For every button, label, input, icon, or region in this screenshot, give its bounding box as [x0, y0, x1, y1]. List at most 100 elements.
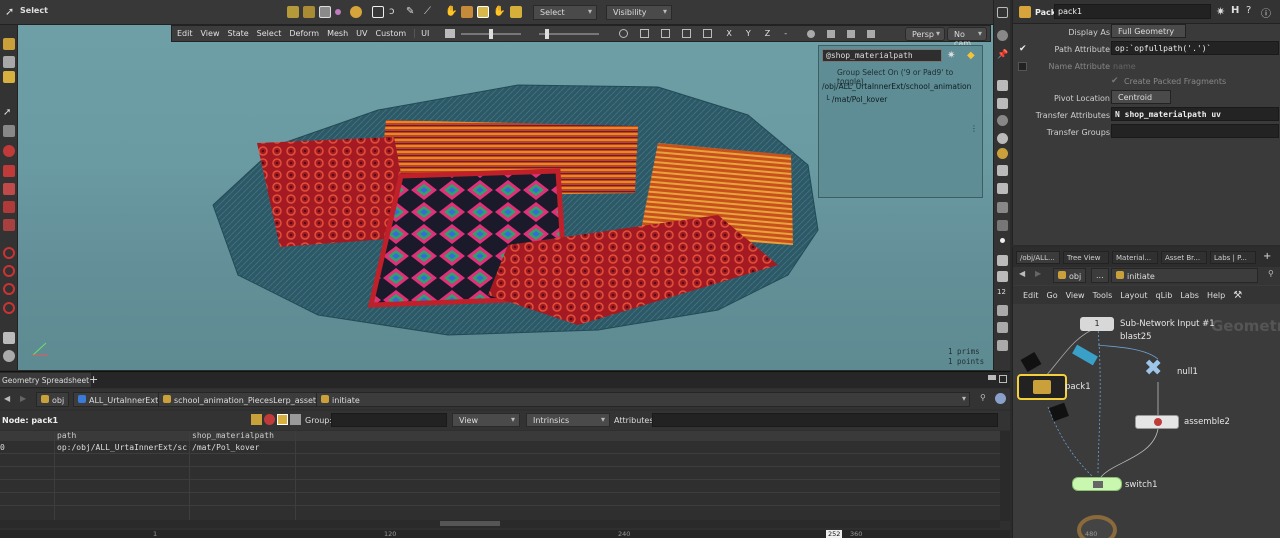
menu-state[interactable]: State — [227, 29, 248, 38]
edge-icon[interactable] — [3, 183, 15, 195]
template-icon[interactable] — [997, 220, 1008, 231]
frame-all-icon[interactable] — [661, 29, 671, 38]
crown-icon[interactable] — [510, 6, 522, 18]
settings-icon[interactable] — [997, 30, 1008, 41]
camera-dropdown[interactable]: No cam — [947, 27, 987, 48]
display-icon[interactable] — [3, 332, 15, 344]
minimize-icon[interactable] — [988, 375, 996, 380]
primitive-icon[interactable] — [3, 165, 15, 177]
snap-point-icon[interactable] — [3, 302, 15, 314]
crumb-all[interactable]: ALL_UrtaInnerExt — [73, 392, 164, 407]
menu-select[interactable]: Select — [257, 29, 282, 38]
menu-view[interactable]: View — [201, 29, 220, 38]
menu-ui[interactable]: UI — [414, 29, 429, 38]
network-editor[interactable]: /obj/ALL... Tree View Material... Asset … — [1012, 247, 1280, 538]
secure-select-icon[interactable] — [477, 6, 489, 18]
light-bulb-icon[interactable] — [997, 148, 1008, 159]
transfer-groups-field[interactable] — [1111, 124, 1279, 138]
add-tab-icon[interactable]: + — [89, 373, 98, 386]
box-select-icon[interactable] — [372, 6, 384, 18]
pin-icon[interactable]: ⚲ — [980, 393, 986, 402]
shading-icon[interactable] — [847, 29, 856, 38]
handle-tool-icon[interactable] — [287, 6, 299, 18]
path-attr-checkbox[interactable]: ✔ — [1019, 44, 1027, 54]
vertex-icon[interactable] — [3, 201, 15, 213]
help-icon[interactable]: ? — [1246, 5, 1251, 16]
point-icon[interactable] — [3, 145, 15, 157]
menu-uv[interactable]: UV — [356, 29, 367, 38]
shape-icon[interactable] — [997, 202, 1008, 213]
attribute-field[interactable]: @shop_materialpath — [822, 49, 942, 62]
name-attr-checkbox[interactable] — [1018, 62, 1027, 71]
vis-icon[interactable] — [997, 98, 1008, 109]
crumb-initiate[interactable]: initiate — [316, 392, 970, 407]
select-groups-icon[interactable]: ✋ — [445, 6, 457, 18]
null-node[interactable]: ✖ — [1144, 358, 1172, 381]
column-shop-materialpath[interactable]: shop_materialpath — [192, 431, 274, 440]
group-field[interactable] — [331, 413, 447, 427]
help-h-icon[interactable]: H — [1231, 5, 1239, 16]
laser-select-icon[interactable]: ⟋ — [424, 6, 436, 18]
record-icon[interactable] — [807, 29, 816, 38]
maximize-icon[interactable] — [997, 7, 1008, 18]
crumb-dropdown-icon[interactable]: ▾ — [962, 394, 966, 403]
assemble-node[interactable] — [1135, 415, 1179, 429]
lock-icon[interactable] — [3, 125, 15, 137]
axis-z-button[interactable]: Z — [765, 29, 770, 38]
snap-grid-icon[interactable] — [3, 265, 15, 277]
pose-tool-icon[interactable] — [319, 6, 331, 18]
breakpoint-icon[interactable] — [3, 219, 15, 231]
dot-icon[interactable] — [997, 80, 1008, 91]
home-icon[interactable] — [682, 29, 692, 38]
lasso-select-icon[interactable]: ↄ — [389, 6, 401, 18]
shelf-tool-icon[interactable] — [3, 38, 15, 50]
gamma-slider[interactable] — [539, 28, 600, 39]
point-numbers-icon[interactable] — [997, 340, 1008, 351]
node-name-field[interactable]: pack1 — [1054, 4, 1211, 19]
minus-icon[interactable]: - — [784, 29, 787, 38]
menu-mesh[interactable]: Mesh — [327, 29, 348, 38]
ghost-icon[interactable] — [997, 115, 1008, 126]
point-select-icon[interactable] — [335, 9, 341, 15]
attributes-field[interactable] — [652, 413, 998, 427]
tree-child[interactable]: └ /mat/Pol_kover — [825, 95, 887, 104]
rotate-tool-icon[interactable] — [350, 6, 362, 18]
prims-icon[interactable] — [277, 414, 288, 425]
snap-prim-icon[interactable] — [3, 283, 15, 295]
menu-deform[interactable]: Deform — [289, 29, 319, 38]
camera-view-icon[interactable] — [997, 165, 1008, 176]
switch-node[interactable] — [1072, 477, 1122, 491]
circle-icon[interactable] — [619, 29, 629, 38]
intrinsics-dropdown[interactable]: Intrinsics — [526, 413, 610, 427]
vertical-scrollbar[interactable] — [1000, 431, 1010, 521]
menu-edit[interactable]: Edit — [177, 29, 193, 38]
name-attr-field[interactable]: name — [1113, 62, 1136, 71]
lighting-icon[interactable] — [827, 29, 836, 38]
view-dropdown[interactable]: View — [452, 413, 520, 427]
geometry-icon[interactable] — [997, 183, 1008, 194]
table-row[interactable]: 0 op:/obj/ALL_UrtaInnerExt/sc /mat/Pol_k… — [0, 442, 1000, 453]
normals-icon[interactable] — [997, 255, 1008, 266]
timeline[interactable]: 1 120 240 252 360 480 — [0, 530, 1097, 538]
visibility-dropdown[interactable]: Visibility — [606, 5, 672, 20]
magnet-icon[interactable] — [3, 247, 15, 259]
number-icon[interactable]: 12 — [997, 288, 1008, 299]
grid-icon[interactable] — [703, 29, 713, 38]
path-attr-field[interactable]: op:`opfullpath('.')` — [1111, 41, 1279, 55]
gear-icon[interactable]: ✷ — [947, 50, 955, 61]
select-icon[interactable]: ➚ — [3, 107, 15, 119]
horizontal-scrollbar[interactable] — [0, 520, 1000, 528]
back-icon[interactable]: ◀ — [4, 394, 10, 403]
axis-x-button[interactable]: X — [726, 29, 731, 38]
select-whole-icon[interactable]: ✋ — [493, 6, 505, 18]
detail-icon[interactable] — [290, 414, 301, 425]
brush-select-icon[interactable]: ✎ — [406, 6, 418, 18]
display-as-dropdown[interactable]: Full Geometry — [1111, 24, 1186, 38]
vertex-numbers-icon[interactable] — [997, 322, 1008, 333]
tree-root[interactable]: /obj/ALL_UrtaInnerExt/school_animation — [822, 82, 971, 91]
select-mode-dropdown[interactable]: Select — [533, 5, 597, 20]
camera-icon[interactable] — [3, 350, 15, 362]
info-icon[interactable]: ⓘ — [1261, 5, 1271, 20]
axis-y-button[interactable]: Y — [746, 29, 751, 38]
resize-handle-icon[interactable]: ⋮ — [970, 124, 978, 133]
